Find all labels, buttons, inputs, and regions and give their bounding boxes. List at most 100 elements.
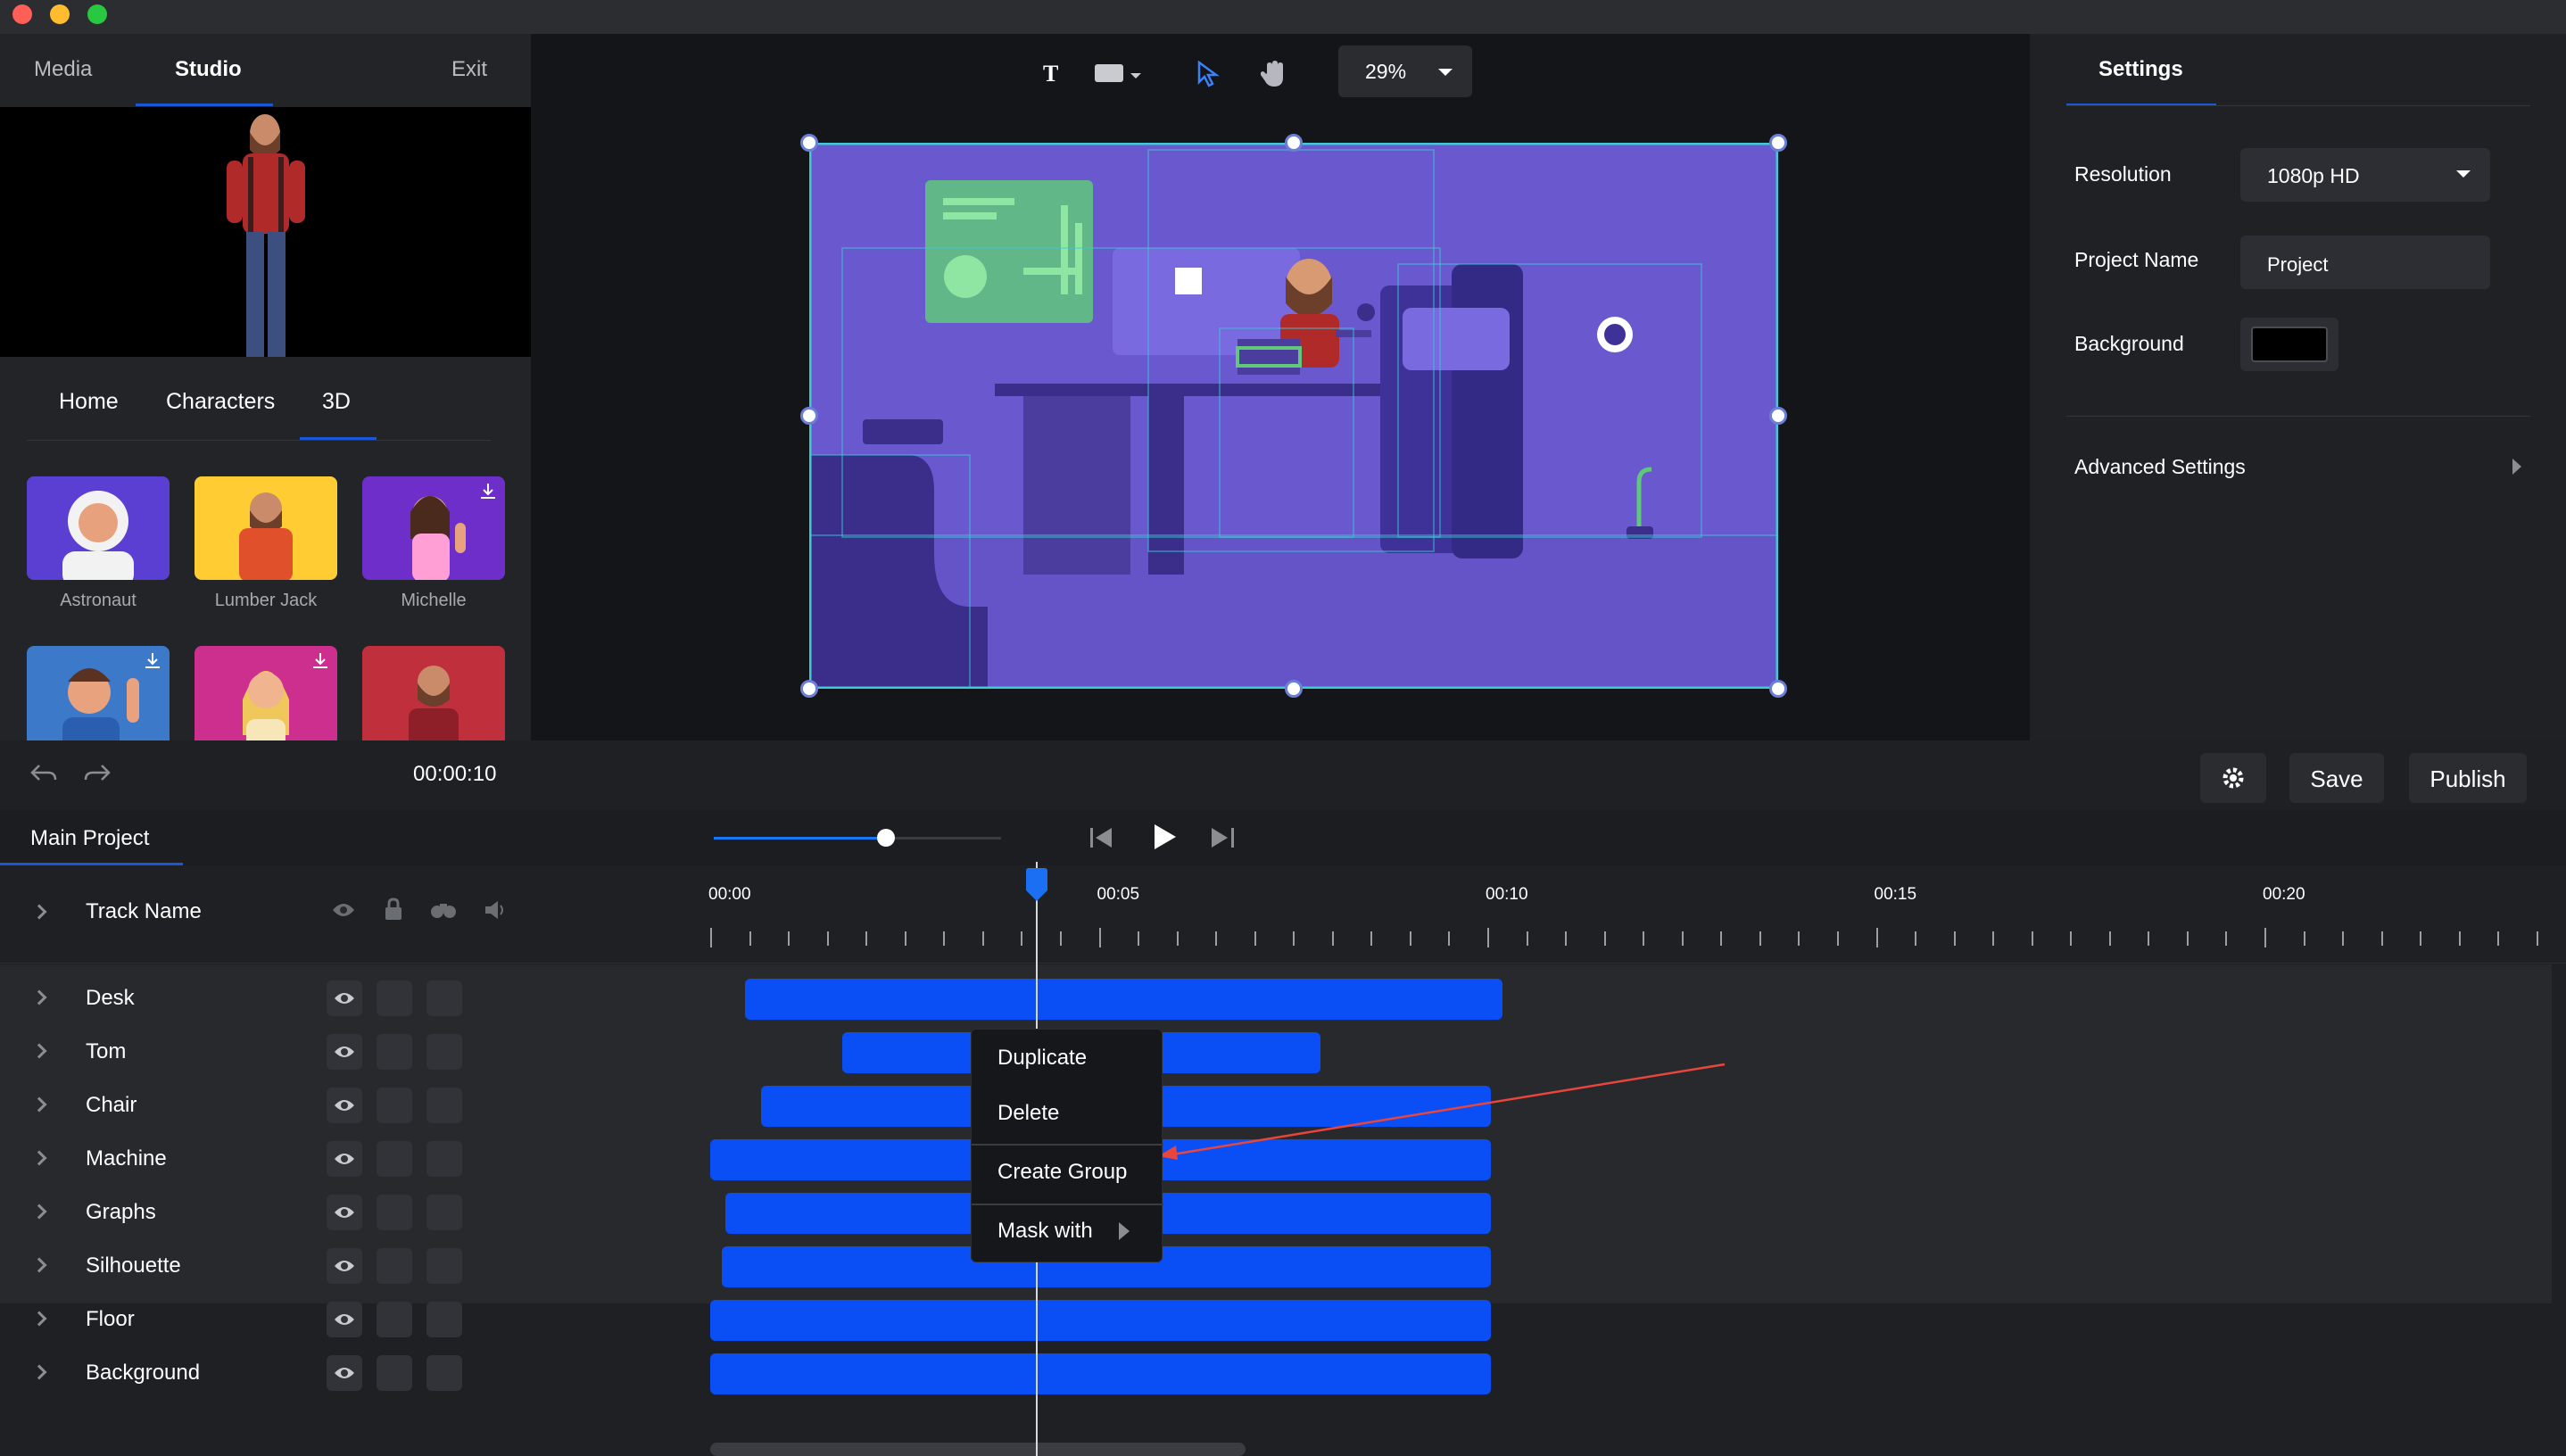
ruler-tick xyxy=(1681,931,1684,946)
character-thumb-michelle[interactable] xyxy=(362,476,505,580)
resize-handle-l[interactable] xyxy=(800,407,818,425)
ruler-tick xyxy=(2342,931,2345,946)
chevron-right-icon[interactable] xyxy=(2512,459,2521,475)
speaker-icon[interactable] xyxy=(484,899,507,921)
ruler-tick xyxy=(2380,931,2383,946)
download-icon[interactable] xyxy=(310,651,330,671)
track-clip[interactable] xyxy=(710,1353,1492,1394)
character-thumb-astronaut[interactable] xyxy=(27,476,170,580)
subtab-3d[interactable]: 3D xyxy=(322,389,351,415)
ruler-tick xyxy=(749,931,751,946)
solo-toggle[interactable] xyxy=(426,1355,462,1391)
character-thumb-lumberjack[interactable] xyxy=(195,476,337,580)
menu-separator xyxy=(972,1144,1163,1146)
chevron-right-icon xyxy=(1119,1222,1130,1240)
ruler-tick xyxy=(943,931,946,946)
track-name: Machine xyxy=(86,1146,167,1171)
menu-item-duplicate[interactable]: Duplicate xyxy=(997,1046,1087,1071)
chevron-right-icon[interactable] xyxy=(31,904,47,920)
eye-icon[interactable] xyxy=(327,1302,362,1337)
eye-icon[interactable] xyxy=(327,1195,362,1230)
settings-button[interactable] xyxy=(2200,753,2266,803)
solo-toggle[interactable] xyxy=(426,1248,462,1284)
eye-icon[interactable] xyxy=(327,1034,362,1070)
solo-toggle[interactable] xyxy=(426,1302,462,1337)
character-thumb-4[interactable] xyxy=(27,646,170,749)
resolution-select[interactable]: 1080p HD xyxy=(2240,148,2490,202)
skip-back-icon[interactable] xyxy=(1088,826,1115,849)
lock-toggle[interactable] xyxy=(377,980,412,1016)
character-thumb-6[interactable] xyxy=(362,646,505,749)
solo-toggle[interactable] xyxy=(426,1141,462,1177)
hand-icon[interactable] xyxy=(1260,59,1287,92)
text-icon[interactable]: T xyxy=(1043,61,1058,87)
chevron-right-icon[interactable] xyxy=(31,1364,47,1380)
resize-handle-tr[interactable] xyxy=(1769,134,1787,152)
tab-studio[interactable]: Studio xyxy=(175,57,242,82)
binoculars-icon[interactable] xyxy=(430,901,457,919)
eye-icon[interactable] xyxy=(332,901,355,919)
track-clip[interactable] xyxy=(745,979,1503,1020)
resize-handle-t[interactable] xyxy=(1285,134,1303,152)
publish-button[interactable]: Publish xyxy=(2409,753,2527,803)
redo-icon[interactable] xyxy=(82,762,111,787)
background-color-picker[interactable] xyxy=(2240,318,2338,371)
menu-item-delete[interactable]: Delete xyxy=(997,1101,1059,1126)
ruler-label: 00:05 xyxy=(1097,885,1140,904)
shape-icon[interactable] xyxy=(1095,62,1148,88)
eye-icon[interactable] xyxy=(327,1355,362,1391)
menu-item-create-group[interactable]: Create Group xyxy=(997,1160,1127,1185)
lock-toggle[interactable] xyxy=(377,1195,412,1230)
subtab-characters[interactable]: Characters xyxy=(166,389,275,415)
lock-toggle[interactable] xyxy=(377,1141,412,1177)
eye-icon[interactable] xyxy=(327,1248,362,1284)
lock-toggle[interactable] xyxy=(377,1034,412,1070)
zoom-select[interactable]: 29% xyxy=(1338,46,1472,97)
download-icon[interactable] xyxy=(143,651,162,671)
resize-handle-r[interactable] xyxy=(1769,407,1787,425)
solo-toggle[interactable] xyxy=(426,1088,462,1123)
pointer-icon[interactable] xyxy=(1196,60,1220,92)
playhead-handle[interactable] xyxy=(1023,867,1050,903)
advanced-settings-toggle[interactable]: Advanced Settings xyxy=(2074,455,2246,479)
skip-forward-icon[interactable] xyxy=(1210,826,1237,849)
subtab-home[interactable]: Home xyxy=(59,389,119,415)
lock-toggle[interactable] xyxy=(377,1355,412,1391)
minimize-window-button[interactable] xyxy=(50,4,70,24)
tab-main-project[interactable]: Main Project xyxy=(30,826,149,851)
stage-canvas[interactable] xyxy=(809,143,1778,689)
lock-toggle[interactable] xyxy=(377,1302,412,1337)
play-icon[interactable] xyxy=(1153,823,1178,851)
resize-handle-tl[interactable] xyxy=(800,134,818,152)
solo-toggle[interactable] xyxy=(426,1034,462,1070)
menu-item-mask-with[interactable]: Mask with xyxy=(997,1219,1093,1244)
download-icon[interactable] xyxy=(478,482,498,501)
zoom-window-button[interactable] xyxy=(87,4,107,24)
lock-toggle[interactable] xyxy=(377,1088,412,1123)
save-button[interactable]: Save xyxy=(2289,753,2384,803)
ruler-tick xyxy=(1526,931,1528,946)
resize-handle-b[interactable] xyxy=(1285,680,1303,698)
eye-icon[interactable] xyxy=(327,1088,362,1123)
tab-settings[interactable]: Settings xyxy=(2098,57,2183,82)
undo-icon[interactable] xyxy=(30,762,59,787)
exit-button[interactable]: Exit xyxy=(451,57,487,82)
lock-icon[interactable] xyxy=(384,898,403,921)
playback-slider-knob[interactable] xyxy=(877,829,896,847)
ruler-tick xyxy=(2264,928,2266,947)
solo-toggle[interactable] xyxy=(426,980,462,1016)
resize-handle-br[interactable] xyxy=(1769,680,1787,698)
eye-icon[interactable] xyxy=(327,980,362,1016)
character-thumb-5[interactable] xyxy=(195,646,337,749)
close-window-button[interactable] xyxy=(12,4,32,24)
timeline-horizontal-scrollbar[interactable] xyxy=(710,1443,1246,1456)
chevron-right-icon[interactable] xyxy=(31,1311,47,1327)
project-name-field[interactable]: Project xyxy=(2240,236,2490,289)
lock-toggle[interactable] xyxy=(377,1248,412,1284)
tab-media[interactable]: Media xyxy=(34,57,92,82)
character-preview xyxy=(0,107,531,357)
track-clip[interactable] xyxy=(710,1300,1492,1341)
eye-icon[interactable] xyxy=(327,1141,362,1177)
resize-handle-bl[interactable] xyxy=(800,680,818,698)
solo-toggle[interactable] xyxy=(426,1195,462,1230)
